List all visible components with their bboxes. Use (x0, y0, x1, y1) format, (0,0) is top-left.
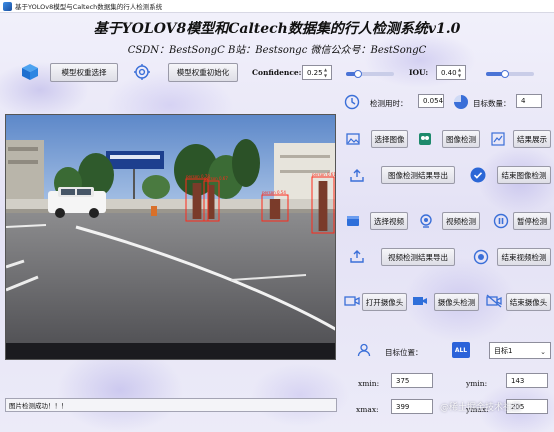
select-video-button[interactable]: 选择视频 (370, 212, 408, 230)
confidence-label: Confidence: (252, 68, 302, 77)
select-image-button[interactable]: 选择图像 (371, 130, 408, 148)
pause-detect-button[interactable]: 暂停检测 (513, 212, 551, 230)
model-init-button[interactable]: 模型权重初始化 (168, 63, 238, 82)
xmax-field: 399 (391, 399, 433, 414)
stop-circle-icon (472, 248, 490, 266)
user-location-icon (356, 342, 372, 358)
line-chart-icon (490, 131, 506, 147)
confidence-spinbox[interactable]: 0.25 ▲ ▼ (302, 65, 332, 80)
page-title: 基于YOLOV8模型和Caltech数据集的行人检测系统v1.0 (93, 21, 461, 37)
xmin-field: 375 (391, 373, 433, 388)
pedestrian (192, 183, 202, 219)
open-camera-button[interactable]: 打开摄像头 (362, 293, 407, 311)
camera-icon (343, 293, 361, 309)
settings-target-icon[interactable] (133, 63, 151, 81)
camera-detect-icon (411, 293, 429, 309)
status-text: 图片检测成功！！！ (9, 402, 68, 410)
image-detect-icon (417, 131, 433, 147)
iou-spinbox[interactable]: 0.40 ▲ ▼ (436, 65, 466, 80)
close-camera-button[interactable]: 结束摄像头 (506, 293, 551, 311)
confidence-slider-handle[interactable] (354, 70, 362, 78)
video-file-icon (345, 213, 361, 229)
target-position-label: 目标位置： (385, 348, 423, 357)
end-video-detect-button[interactable]: 结束视频检测 (497, 248, 551, 266)
pedestrian (318, 181, 328, 231)
ymin-label: ymin: (466, 379, 488, 388)
target-count-value: 4 (516, 94, 542, 108)
xmin-value: 375 (396, 376, 410, 385)
detection-label: person 0.61 (312, 172, 336, 177)
video-detect-icon (417, 212, 435, 230)
model-select-button[interactable]: 模型权重选择 (50, 63, 118, 82)
chevron-down-icon: ⌄ (540, 348, 546, 356)
target-select-value: 目标1 (494, 346, 513, 355)
detect-time-text: 0.054 (423, 97, 444, 105)
street-scene-image: person 0.78person 0.67person 0.54person … (6, 115, 336, 359)
ymin-field: 143 (506, 373, 548, 388)
detection-label: person 0.67 (204, 176, 228, 181)
upload-video-icon (349, 248, 365, 264)
all-badge: ALL (452, 342, 470, 358)
app-icon (3, 1, 12, 11)
detect-time-value: 0.054 (418, 94, 444, 108)
status-bar: 图片检测成功！！！ (5, 398, 337, 412)
window-title: 基于YOLOv8模型与Caltech数据集的行人检测系统 (15, 3, 163, 11)
upload-icon (349, 167, 365, 183)
show-result-button[interactable]: 结果展示 (513, 130, 551, 148)
hydrant (151, 206, 157, 216)
pie-chart-icon (452, 93, 470, 111)
confidence-value: 0.25 (307, 68, 323, 77)
target-count-label: 目标数量： (473, 99, 511, 108)
detection-label: person 0.54 (262, 190, 286, 195)
iou-value: 0.40 (441, 68, 457, 77)
export-image-result-button[interactable]: 图像检测结果导出 (381, 166, 455, 184)
clock-icon (343, 93, 361, 111)
video-detect-button[interactable]: 视频检测 (442, 212, 480, 230)
export-video-result-button[interactable]: 视频检测结果导出 (381, 248, 455, 266)
watermark: @稀土掘金技术社区 (440, 403, 522, 413)
image-preview: person 0.78 person 0.67 person 0.54 person … (5, 114, 336, 360)
cube-icon (20, 62, 40, 82)
target-count-text: 4 (521, 97, 526, 105)
xmax-label: xmax: (356, 405, 379, 414)
window-titlebar: 基于YOLOv8模型与Caltech数据集的行人检测系统 (0, 0, 554, 13)
page-subtitle: CSDN：BestSongC B站：Bestsongc 微信公众号：BestSo… (127, 45, 427, 56)
iou-label: IOU: (409, 68, 429, 77)
xmin-label: xmin: (358, 379, 380, 388)
target-select[interactable]: 目标1 ⌄ (489, 342, 551, 359)
iou-slider[interactable] (486, 70, 534, 78)
spin-arrows-icon[interactable]: ▲ ▼ (458, 67, 464, 78)
pedestrian (208, 185, 215, 219)
image-icon (345, 131, 361, 147)
image-detect-button[interactable]: 图像检测 (442, 130, 480, 148)
ymin-value: 143 (511, 376, 525, 385)
all-badge-text: ALL (454, 346, 468, 354)
check-circle-icon (469, 166, 487, 184)
xmax-value: 399 (396, 402, 410, 411)
confidence-slider[interactable] (346, 70, 394, 78)
end-image-detect-button[interactable]: 结束图像检测 (497, 166, 551, 184)
spin-arrows-icon[interactable]: ▲ ▼ (324, 67, 330, 78)
detect-time-label: 检测用时： (370, 99, 408, 108)
pause-icon (492, 212, 510, 230)
camera-detect-button[interactable]: 摄像头检测 (434, 293, 479, 311)
camera-off-icon (485, 293, 503, 309)
pedestrian (269, 199, 281, 219)
